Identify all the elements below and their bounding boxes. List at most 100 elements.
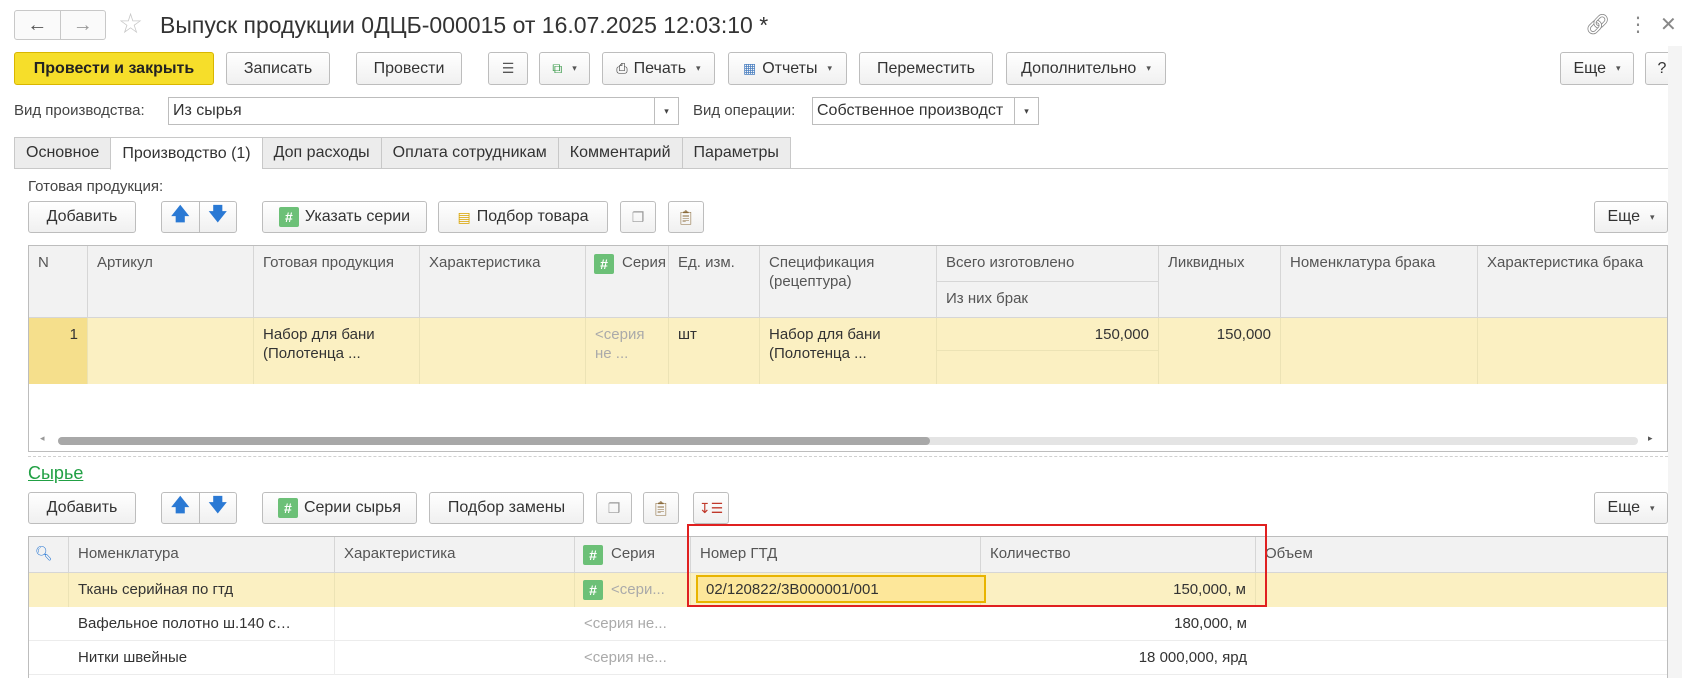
tab-comment[interactable]: Комментарий [557,137,682,169]
row-liquid[interactable]: 150,000 [1159,318,1281,384]
back-arrow-icon[interactable]: ← [15,11,60,39]
materials-section-title[interactable]: Сырье [28,463,83,484]
move-down-icon[interactable]: 🡇 [198,493,237,523]
tab-production[interactable]: Производство (1) [110,137,262,170]
col-defect-nom[interactable]: Номенклатура брака [1281,246,1478,318]
row-series[interactable]: <серия не... [575,607,691,641]
col-defect-char[interactable]: Характеристика брака [1478,246,1667,318]
close-icon[interactable]: ✕ [1660,12,1677,38]
tab-parameters[interactable]: Параметры [681,137,791,169]
materials-copy-button[interactable]: ❐ [596,492,632,524]
materials-more-button[interactable]: Еще ▾ [1594,492,1668,524]
materials-replace-button[interactable]: Подбор замены [429,492,584,524]
chevron-down-icon[interactable]: ▾ [1014,98,1038,124]
row-defect[interactable] [937,351,1159,384]
materials-fill-button[interactable]: ↧☰ [693,492,729,524]
favorite-star-icon[interactable]: ☆ [118,8,143,40]
col-characteristic[interactable]: Характеристика [420,246,586,318]
operation-type-value: Собственное производст [817,102,1004,119]
row-characteristic[interactable] [335,573,575,607]
production-type-field[interactable]: Из сырья ▾ [168,97,679,125]
more-button[interactable]: Еще ▾ [1560,52,1634,85]
col-total[interactable]: Всего изготовлено [937,246,1159,282]
col-spec[interactable]: Спецификация (рецептура) [760,246,937,318]
products-paste-button[interactable]: 📋︎ [668,201,704,233]
products-pick-button[interactable]: ▤ Подбор товара [438,201,608,233]
materials-add-button[interactable]: Добавить [28,492,136,524]
reports-label: Отчеты [762,59,818,77]
operation-type-field[interactable]: Собственное производст ▾ [812,97,1039,125]
paste-icon: 📋︎ [677,208,695,225]
copy-icon: ❐ [607,499,621,516]
form-vscroll[interactable] [1668,46,1682,678]
col-nomenclature[interactable]: Номенклатура [69,537,335,573]
link-icon[interactable]: 🔗︎ [1585,12,1610,38]
save-button[interactable]: Записать [226,52,330,85]
col-search[interactable]: 🔍︎ [29,537,69,573]
col-defect[interactable]: Из них брак [937,282,1159,318]
series-hash-icon: # [278,207,299,227]
row-series[interactable]: <серия не... [575,641,691,675]
col-volume[interactable]: Объем [1256,537,1667,573]
row-nomenclature[interactable]: Вафельное полотно ш.140 с… [69,607,335,641]
row-characteristic[interactable] [420,318,586,384]
row-total[interactable]: 150,000 [937,318,1159,351]
tab-main[interactable]: Основное [14,137,111,169]
print-label: Печать [633,59,687,77]
products-section-label: Готовая продукция: [28,178,164,195]
move-button[interactable]: Переместить [859,52,993,85]
col-article[interactable]: Артикул [88,246,254,318]
row-marker [29,573,69,607]
create-based-button[interactable]: ⧉ ▾ [539,52,590,85]
products-hscroll-thumb[interactable] [58,437,930,445]
col-liquid[interactable]: Ликвидных [1159,246,1281,318]
move-up-icon[interactable]: 🡅 [162,493,199,523]
col-series-label: Серия [622,254,667,271]
forward-arrow-icon[interactable]: → [59,11,106,39]
additional-button[interactable]: Дополнительно ▾ [1006,52,1166,85]
tab-employee-pay[interactable]: Оплата сотрудникам [380,137,558,169]
col-product[interactable]: Готовая продукция [254,246,420,318]
post-and-close-button[interactable]: Провести и закрыть [14,52,214,85]
row-defect-nom[interactable] [1281,318,1478,384]
move-up-icon[interactable]: 🡅 [162,202,199,232]
section-divider [28,456,1668,457]
scroll-left-icon[interactable]: ◂ [40,433,45,444]
highlight-box [687,524,1267,607]
products-add-button[interactable]: Добавить [28,201,136,233]
row-nomenclature[interactable]: Нитки швейные [69,641,335,675]
row-nomenclature[interactable]: Ткань серийная по гтд [69,573,335,607]
row-series[interactable]: <серия не ... [586,318,669,384]
col-unit[interactable]: Ед. изм. [669,246,760,318]
row-unit[interactable]: шт [669,318,760,384]
more-icon[interactable]: ⋮ [1628,12,1648,38]
col-n[interactable]: N [29,246,88,318]
row-series[interactable]: # <сери... [575,573,691,607]
production-type-label: Вид производства: [14,102,145,119]
reports-button[interactable]: ▦ Отчеты ▾ [728,52,847,85]
scroll-right-icon[interactable]: ▸ [1648,433,1653,444]
row-article[interactable] [88,318,254,384]
col-series[interactable]: # Серия [586,246,669,318]
chevron-down-icon[interactable]: ▾ [654,98,678,124]
paste-icon: 📋︎ [652,499,670,516]
row-quantity[interactable]: 180,000, м [981,607,1256,641]
document-list-button[interactable]: ☰ [488,52,528,85]
move-down-icon[interactable]: 🡇 [198,202,237,232]
col-characteristic[interactable]: Характеристика [335,537,575,573]
products-series-button[interactable]: # Указать серии [262,201,427,233]
print-button[interactable]: ⎙ Печать ▾ [602,52,715,85]
row-volume[interactable] [1256,573,1667,607]
row-product[interactable]: Набор для бани (Полотенца ... [254,318,420,384]
row-spec[interactable]: Набор для бани (Полотенца ... [760,318,937,384]
row-quantity[interactable]: 18 000,000, ярд [981,641,1256,675]
col-series[interactable]: # Серия [575,537,691,573]
materials-paste-button[interactable]: 📋︎ [643,492,679,524]
post-button[interactable]: Провести [356,52,462,85]
row-defect-char[interactable] [1478,318,1667,384]
products-copy-button[interactable]: ❐ [620,201,656,233]
materials-series-button[interactable]: # Серии сырья [262,492,417,524]
tab-extra-costs[interactable]: Доп расходы [261,137,381,169]
search-settings-icon: 🔍︎ [35,545,53,561]
products-more-button[interactable]: Еще ▾ [1594,201,1668,233]
